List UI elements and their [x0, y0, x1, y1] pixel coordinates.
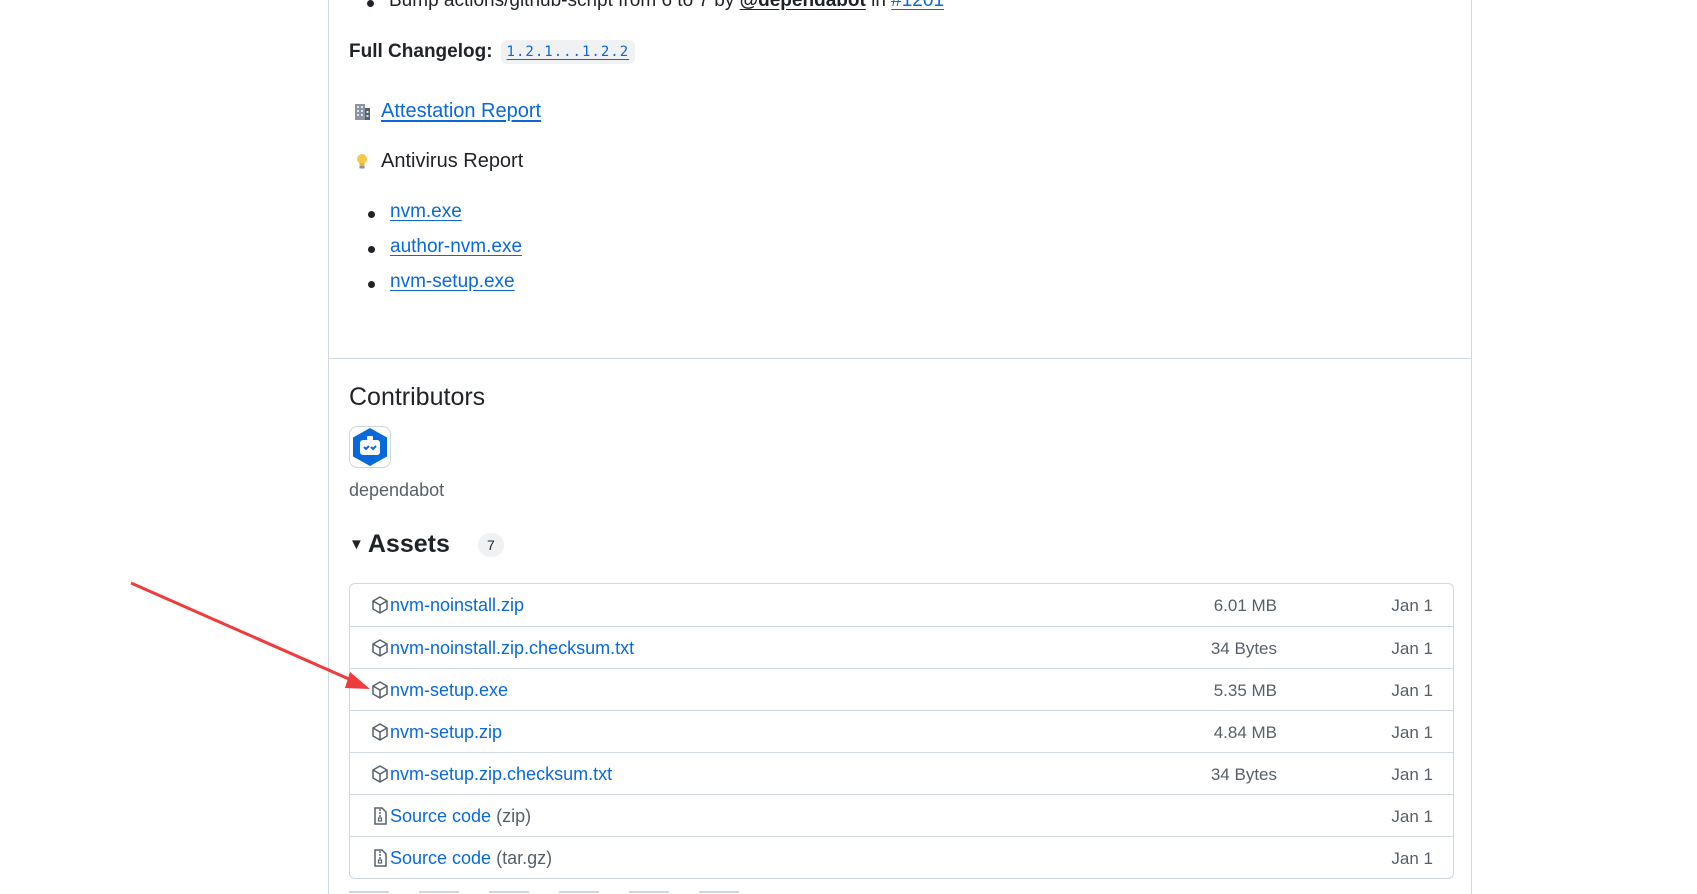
antivirus-file-link[interactable]: nvm.exe: [390, 201, 462, 222]
asset-suffix: (tar.gz): [496, 848, 553, 868]
asset-name: nvm-setup.exe: [390, 680, 509, 700]
contributors-title: Contributors: [349, 383, 486, 411]
asset-name: nvm-setup.zip.checksum.txt: [390, 764, 613, 784]
asset-size: 6.01 MB: [1213, 596, 1277, 615]
antivirus-report: Antivirus Report: [351, 150, 523, 173]
asset-row: nvm-setup.exe 5.35 MB Jan 1: [350, 668, 1453, 710]
list-bullet: [367, 0, 374, 7]
list-bullet: [368, 211, 375, 218]
asset-date: Jan 1: [1391, 681, 1433, 700]
asset-download-link[interactable]: nvm-setup.zip.checksum.txt: [390, 764, 612, 785]
asset-name: Source code: [390, 848, 492, 868]
asset-name: nvm-noinstall.zip.checksum.txt: [390, 638, 635, 658]
asset-size: 34 Bytes: [1210, 639, 1277, 658]
asset-download-link[interactable]: Source code (tar.gz): [390, 848, 552, 869]
asset-name: nvm-noinstall.zip: [390, 595, 525, 615]
asset-suffix: (zip): [496, 806, 532, 826]
avatar[interactable]: [349, 426, 391, 468]
asset-date: Jan 1: [1391, 723, 1433, 742]
asset-row: nvm-noinstall.zip.checksum.txt 34 Bytes Ja…: [350, 626, 1453, 668]
footer-reactions-stub: [349, 891, 739, 893]
contributor-name[interactable]: dependabot: [349, 480, 444, 501]
stub: [349, 891, 389, 893]
full-changelog: Full Changelog: 1.2.1...1.2.2: [349, 40, 636, 64]
antivirus-report-title: Antivirus Report: [381, 150, 524, 172]
asset-size: 34 Bytes: [1210, 765, 1277, 784]
assets-list: nvm-noinstall.zip 6.01 MB Jan 1 nvm-noinsta…: [349, 583, 1454, 879]
caret-down-icon: ▼: [349, 536, 364, 553]
package-icon: [370, 595, 390, 615]
antivirus-file-link[interactable]: nvm-setup.exe: [390, 271, 515, 292]
compare-range-link[interactable]: 1.2.1...1.2.2: [500, 40, 636, 64]
light-bulb-icon: [351, 151, 373, 173]
dependabot-avatar-icon: [349, 426, 391, 468]
asset-download-link[interactable]: Source code (zip): [390, 806, 531, 827]
mention-link[interactable]: @dependabot: [740, 0, 866, 11]
asset-date: Jan 1: [1391, 596, 1433, 615]
antivirus-file-list: nvm.exe author-nvm.exe nvm-setup.exe: [368, 201, 522, 306]
asset-row: Source code (zip) Jan 1: [350, 794, 1453, 836]
asset-row: nvm-setup.zip.checksum.txt 34 Bytes Jan 1: [350, 752, 1453, 794]
package-icon: [370, 722, 390, 742]
package-icon: [370, 764, 390, 784]
asset-size: 4.84 MB: [1213, 723, 1277, 742]
stub: [699, 891, 739, 893]
stub: [559, 891, 599, 893]
stub: [629, 891, 669, 893]
asset-size: 5.35 MB: [1213, 681, 1277, 700]
list-bullet: [368, 281, 375, 288]
package-icon: [370, 680, 390, 700]
stub: [489, 891, 529, 893]
asset-download-link[interactable]: nvm-setup.exe: [390, 680, 508, 701]
list-item: nvm.exe: [368, 201, 522, 236]
section-divider: [329, 358, 1471, 359]
antivirus-file-link[interactable]: author-nvm.exe: [390, 236, 522, 257]
attestation-report-link[interactable]: Attestation Report: [381, 100, 541, 123]
stub: [419, 891, 459, 893]
package-icon: [370, 638, 390, 658]
list-item: nvm-setup.exe: [368, 271, 522, 306]
full-changelog-label: Full Changelog:: [349, 41, 493, 62]
note-text: Bump actions/github-script from 6 to 7 b…: [389, 0, 740, 11]
list-item: author-nvm.exe: [368, 236, 522, 271]
pull-request-link[interactable]: #1201: [891, 0, 944, 11]
asset-date: Jan 1: [1391, 849, 1433, 868]
asset-download-link[interactable]: nvm-noinstall.zip.checksum.txt: [390, 638, 634, 659]
asset-download-link[interactable]: nvm-setup.zip: [390, 722, 502, 743]
file-zip-icon: [370, 848, 390, 868]
asset-row: Source code (tar.gz) Jan 1: [350, 836, 1453, 878]
note-text-in: in: [865, 0, 892, 11]
assets-toggle[interactable]: ▼ Assets 7: [349, 530, 504, 559]
asset-row: nvm-setup.zip 4.84 MB Jan 1: [350, 710, 1453, 752]
list-bullet: [368, 246, 375, 253]
attestation-report: Attestation Report: [351, 100, 541, 123]
office-building-icon: [351, 101, 373, 123]
assets-title: Assets: [367, 530, 450, 558]
asset-date: Jan 1: [1391, 765, 1433, 784]
release-body: Bump actions/github-script from 6 to 7 b…: [328, 0, 1472, 894]
asset-download-link[interactable]: nvm-noinstall.zip: [390, 595, 524, 616]
assets-count-badge: 7: [477, 532, 504, 557]
asset-name: nvm-setup.zip: [390, 722, 503, 742]
asset-name: Source code: [390, 806, 492, 826]
asset-row: nvm-noinstall.zip 6.01 MB Jan 1: [350, 584, 1453, 626]
release-note-line: Bump actions/github-script from 6 to 7 b…: [367, 0, 944, 12]
asset-date: Jan 1: [1391, 807, 1433, 826]
file-zip-icon: [370, 806, 390, 826]
asset-date: Jan 1: [1391, 639, 1433, 658]
